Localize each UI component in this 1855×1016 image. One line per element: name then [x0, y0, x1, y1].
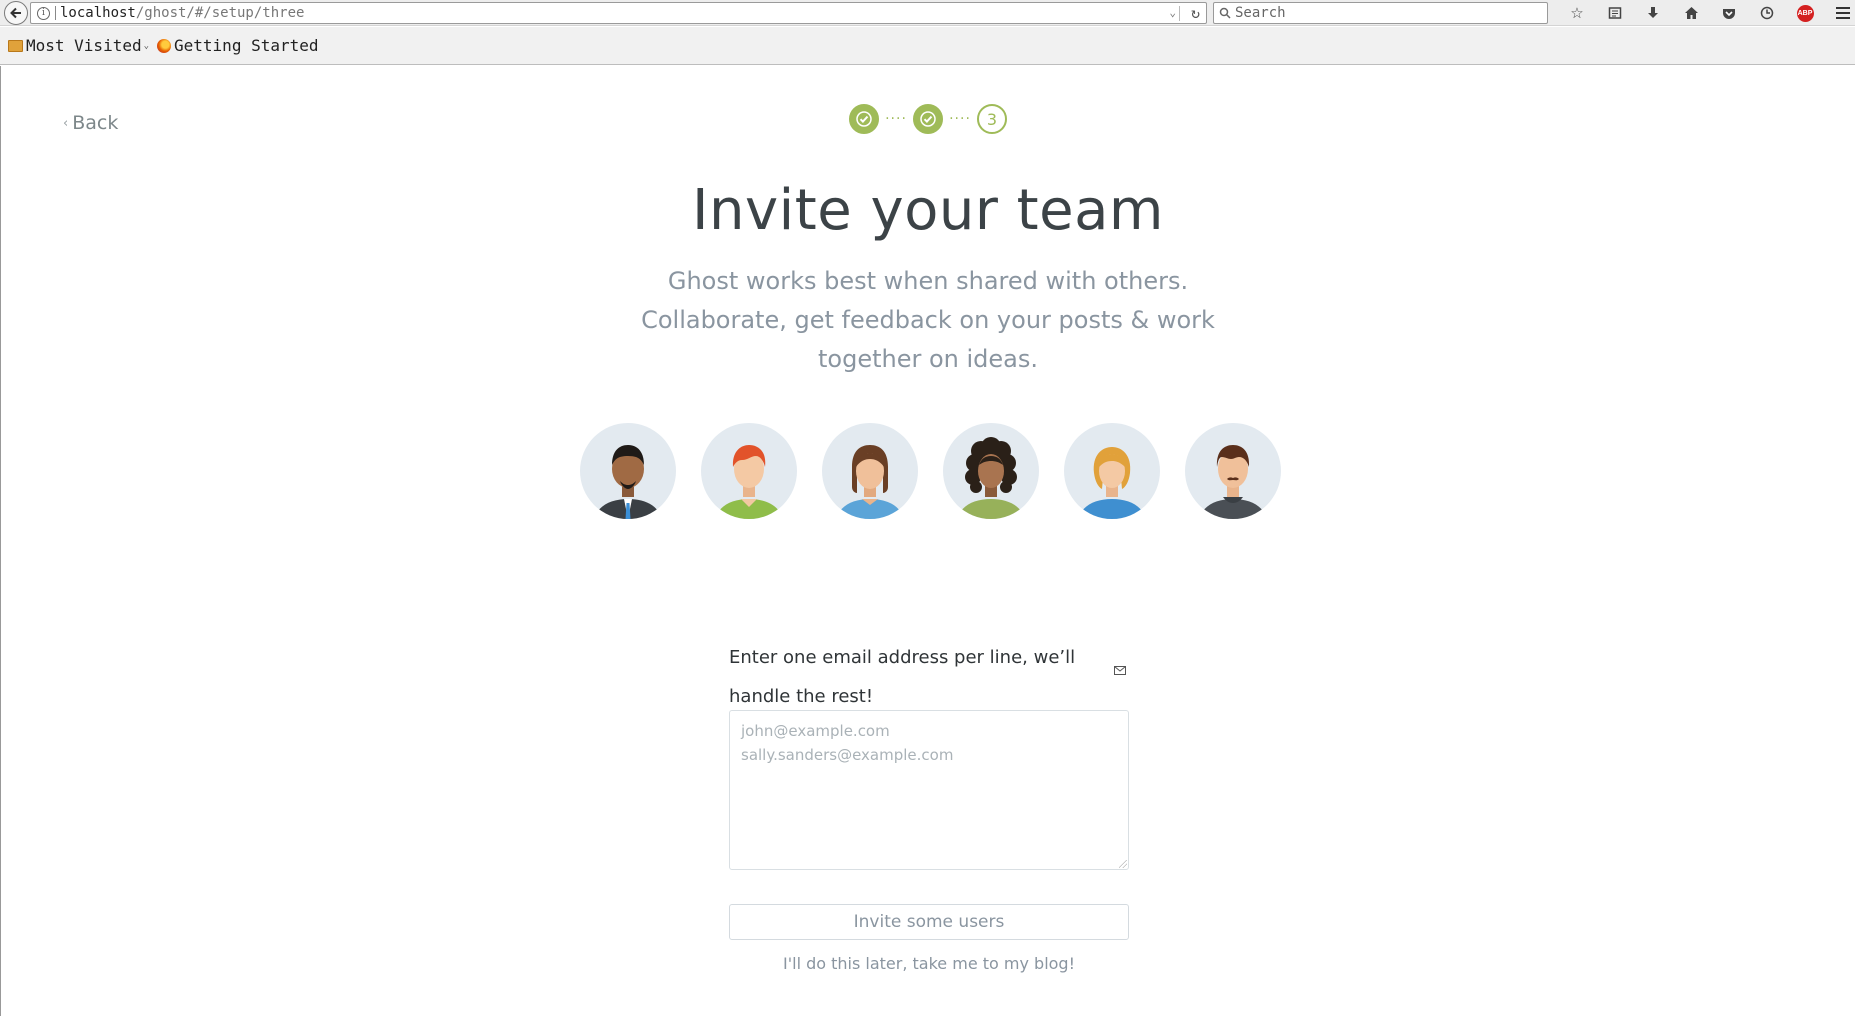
pocket-icon[interactable]	[1710, 0, 1748, 26]
chevron-down-icon: ⌄	[143, 40, 150, 51]
step-2-complete	[913, 104, 943, 134]
emails-textarea[interactable]: john@example.com sally.sanders@example.c…	[729, 710, 1129, 870]
browser-back-button[interactable]	[4, 1, 28, 25]
step-connector: ····	[885, 111, 907, 127]
home-icon[interactable]	[1672, 0, 1710, 26]
search-placeholder: Search	[1235, 5, 1286, 21]
arrow-left-icon	[10, 7, 21, 19]
step-connector: ····	[949, 111, 971, 127]
avatar-illustration	[701, 423, 797, 519]
reading-list-icon[interactable]	[1596, 0, 1634, 26]
download-icon[interactable]	[1634, 0, 1672, 26]
url-separator	[55, 6, 56, 20]
textarea-resize-handle[interactable]	[1119, 860, 1128, 869]
setup-steps: ···· ···· 3	[849, 104, 1007, 134]
firefox-icon	[157, 38, 172, 53]
avatar-illustration	[580, 423, 676, 519]
url-host: localhost	[60, 5, 136, 21]
checkmark-icon	[920, 111, 936, 127]
skip-to-blog-link[interactable]: I'll do this later, take me to my blog!	[729, 954, 1129, 973]
bookmark-label: Most Visited	[26, 36, 142, 55]
back-link[interactable]: ‹ Back	[63, 112, 118, 134]
bookmarks-bar: Most Visited ⌄ Getting Started	[0, 27, 1855, 65]
mail-icon	[1114, 666, 1126, 675]
browser-toolbar-icons: ☆ ABP	[1558, 0, 1855, 26]
avatar-illustration	[1185, 423, 1281, 519]
folder-icon	[8, 39, 23, 52]
reload-icon[interactable]: ↻	[1191, 4, 1200, 22]
browser-search-box[interactable]: Search	[1213, 2, 1548, 24]
url-bar[interactable]: i localhost/ghost/#/setup/three ⌄ ↻	[30, 2, 1207, 24]
history-icon[interactable]	[1748, 0, 1786, 26]
avatar-illustration	[1064, 423, 1160, 519]
step-number: 3	[986, 109, 998, 129]
bookmark-most-visited[interactable]: Most Visited ⌄	[8, 36, 149, 55]
checkmark-icon	[856, 111, 872, 127]
bookmark-label: Getting Started	[174, 36, 319, 55]
hamburger-menu-icon[interactable]	[1824, 0, 1855, 26]
reload-separator	[1179, 6, 1180, 21]
step-3-current: 3	[977, 104, 1007, 134]
avatar-illustration	[822, 423, 918, 519]
info-icon[interactable]: i	[37, 6, 50, 20]
bookmark-star-icon[interactable]: ☆	[1558, 0, 1596, 26]
emails-label: Enter one email address per line, we’ll …	[729, 647, 1076, 707]
avatar-illustration	[943, 423, 1039, 519]
page-title: Invite your team	[692, 178, 1164, 243]
chevron-left-icon: ‹	[63, 115, 69, 131]
step-1-complete	[849, 104, 879, 134]
page-subtitle: Ghost works best when shared with others…	[641, 267, 1215, 373]
team-avatars	[580, 423, 1281, 519]
bookmark-getting-started[interactable]: Getting Started	[157, 36, 319, 55]
resize-grip-icon	[1119, 860, 1127, 868]
setup-page: ‹ Back ···· ···· 3 Invite your team Ghos…	[1, 66, 1855, 1016]
url-path: /ghost/#/setup/three	[135, 5, 305, 21]
adblock-icon[interactable]: ABP	[1786, 0, 1824, 26]
chevron-down-icon[interactable]: ⌄	[1169, 6, 1176, 19]
browser-nav-bar: i localhost/ghost/#/setup/three ⌄ ↻ Sear…	[0, 0, 1855, 26]
abp-label: ABP	[1796, 4, 1814, 22]
search-icon	[1219, 7, 1231, 19]
invite-users-button[interactable]: Invite some users	[729, 904, 1129, 940]
back-label: Back	[72, 112, 119, 134]
